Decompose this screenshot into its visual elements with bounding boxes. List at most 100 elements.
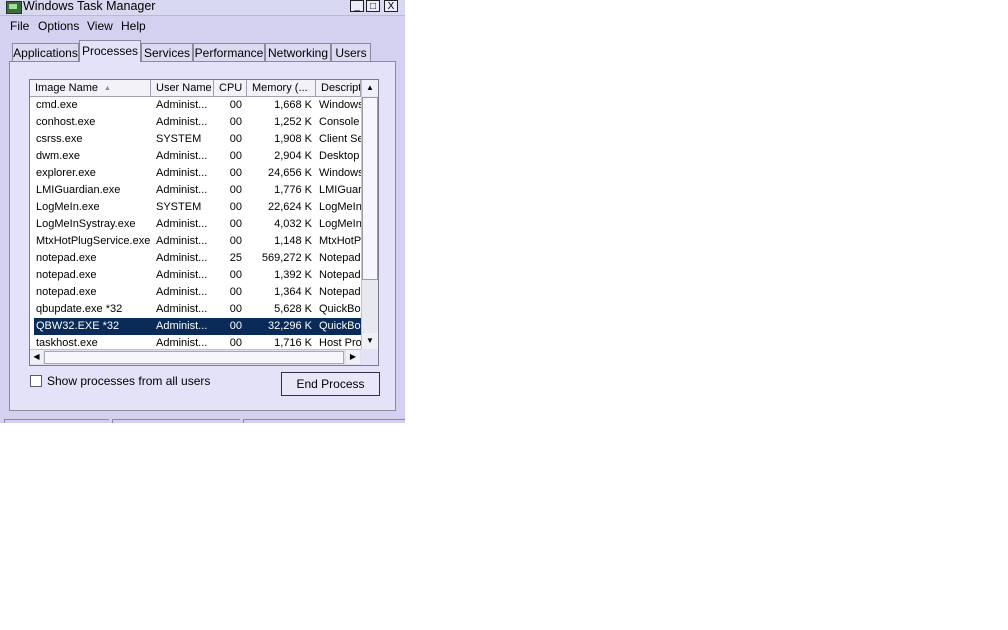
process-description: Console [319, 116, 360, 128]
process-memory: 24,656 K [267, 167, 312, 179]
process-user: Administ... [156, 252, 208, 264]
end-process-button[interactable]: End Process [281, 372, 380, 396]
process-cpu: 00 [229, 286, 242, 298]
status-memory [243, 419, 405, 423]
horizontal-scrollbar[interactable]: ◀ ▶ [30, 349, 361, 365]
table-row[interactable]: dwm.exe Administ... 00 2,904 K Desktop [34, 148, 361, 165]
table-row[interactable]: LMIGuardian.exe Administ... 00 1,776 K LMIGu… [34, 182, 361, 199]
tab-performance[interactable]: Performance [193, 43, 265, 61]
process-name: conhost.exe [36, 116, 96, 128]
process-cpu: 00 [229, 201, 242, 213]
maximize-button[interactable]: □ [366, 0, 380, 12]
task-manager-window: Windows Task Manager _ □ X File Options … [0, 0, 405, 423]
task-manager-icon [6, 1, 22, 14]
column-cpu[interactable]: CPU [214, 80, 247, 97]
column-memory[interactable]: Memory (... [247, 80, 316, 97]
process-memory: 22,624 K [267, 201, 312, 213]
scroll-left-icon[interactable]: ◀ [30, 350, 43, 364]
process-description: Notepad [319, 286, 361, 298]
process-memory: 1,668 K [274, 99, 312, 111]
show-all-users-label[interactable]: Show processes from all users [47, 374, 210, 388]
process-description: QuickBoo [319, 320, 361, 332]
process-user: Administ... [156, 269, 208, 281]
scroll-down-icon[interactable]: ▼ [362, 333, 378, 349]
title-bar[interactable]: Windows Task Manager _ □ X [0, 0, 405, 16]
column-description[interactable]: Descript [316, 80, 361, 97]
menu-file[interactable]: File [10, 19, 29, 33]
table-row[interactable]: explorer.exe Administ... 00 24,656 K Windows [34, 165, 361, 182]
tab-networking[interactable]: Networking [265, 43, 331, 61]
table-row[interactable]: LogMeInSystray.exe Administ... 00 4,032 K Lo… [34, 216, 361, 233]
process-user: Administ... [156, 116, 208, 128]
process-user: Administ... [156, 150, 208, 162]
process-user: Administ... [156, 218, 208, 230]
table-row[interactable]: QBW32.EXE *32 Administ... 00 32,296 K QuickB… [34, 318, 361, 335]
process-description: Windows [319, 99, 361, 111]
table-row[interactable]: LogMeIn.exe SYSTEM 00 22,624 K LogMeIn [34, 199, 361, 216]
process-name: explorer.exe [36, 167, 96, 179]
status-bar [4, 419, 405, 423]
scroll-up-icon[interactable]: ▲ [362, 80, 378, 96]
process-cpu: 00 [229, 116, 242, 128]
process-description: MtxHotP [319, 235, 361, 247]
process-cpu: 00 [229, 167, 242, 179]
process-name: csrss.exe [36, 133, 83, 145]
process-memory: 1,776 K [274, 184, 312, 196]
process-memory: 1,392 K [274, 269, 312, 281]
process-memory: 1,908 K [274, 133, 312, 145]
process-description: Notepad [319, 252, 361, 264]
process-name: QBW32.EXE *32 [36, 320, 120, 332]
table-row[interactable]: notepad.exe Administ... 25 569,272 K Notepad [34, 250, 361, 267]
process-user: Administ... [156, 235, 208, 247]
sort-ascending-icon: ▲ [104, 85, 111, 92]
table-row[interactable]: csrss.exe SYSTEM 00 1,908 K Client Se [34, 131, 361, 148]
tab-users[interactable]: Users [331, 43, 371, 61]
maximize-icon: □ [369, 1, 377, 12]
process-description: Client Se [319, 133, 361, 145]
process-list[interactable]: Image Name ▲ User Name CPU Memory (... D… [29, 79, 379, 366]
column-image-name-label: Image Name [35, 82, 98, 94]
process-memory: 1,148 K [274, 235, 312, 247]
process-description: Windows [319, 167, 361, 179]
menu-help[interactable]: Help [121, 19, 146, 33]
table-row[interactable]: MtxHotPlugService.exe Administ... 00 1,148 … [34, 233, 361, 250]
close-button[interactable]: X [384, 0, 398, 12]
window-title: Windows Task Manager [23, 0, 156, 13]
horizontal-scroll-thumb[interactable] [44, 351, 344, 364]
process-cpu: 00 [229, 184, 242, 196]
menu-options[interactable]: Options [38, 19, 79, 33]
process-cpu: 00 [229, 133, 242, 145]
table-row[interactable]: qbupdate.exe *32 Administ... 00 5,628 K Quic… [34, 301, 361, 318]
status-processes [4, 419, 109, 423]
table-row[interactable]: notepad.exe Administ... 00 1,364 K Notepad [34, 284, 361, 301]
minimize-button[interactable]: _ [350, 0, 364, 12]
vertical-scrollbar[interactable]: ▲ ▼ [361, 80, 378, 350]
process-name: notepad.exe [36, 286, 97, 298]
process-description: LogMeIn [319, 201, 361, 213]
scrollbar-corner [361, 349, 378, 365]
column-user-name[interactable]: User Name [151, 80, 214, 97]
process-cpu: 00 [229, 303, 242, 315]
process-name: notepad.exe [36, 269, 97, 281]
process-user: Administ... [156, 99, 208, 111]
process-user: SYSTEM [156, 133, 202, 145]
minimize-icon: _ [354, 1, 360, 12]
vertical-scroll-thumb[interactable] [362, 97, 378, 280]
process-cpu: 00 [229, 150, 242, 162]
table-row[interactable]: conhost.exe Administ... 00 1,252 K Console [34, 114, 361, 131]
process-memory: 5,628 K [274, 303, 312, 315]
tab-applications[interactable]: Applications [12, 43, 79, 61]
table-row[interactable]: cmd.exe Administ... 00 1,668 K Windows [34, 97, 361, 114]
status-cpu [112, 419, 240, 423]
tab-processes[interactable]: Processes [79, 40, 141, 62]
table-row[interactable]: notepad.exe Administ... 00 1,392 K Notepad [34, 267, 361, 284]
show-all-users-checkbox[interactable] [30, 375, 42, 387]
column-image-name[interactable]: Image Name ▲ [30, 80, 151, 97]
process-cpu: 00 [229, 99, 242, 111]
scroll-right-icon[interactable]: ▶ [346, 350, 360, 364]
process-name: LMIGuardian.exe [36, 184, 121, 196]
process-cpu: 25 [229, 252, 242, 264]
tab-services[interactable]: Services [141, 43, 193, 61]
menu-view[interactable]: View [87, 19, 113, 33]
process-memory: 1,364 K [274, 286, 312, 298]
